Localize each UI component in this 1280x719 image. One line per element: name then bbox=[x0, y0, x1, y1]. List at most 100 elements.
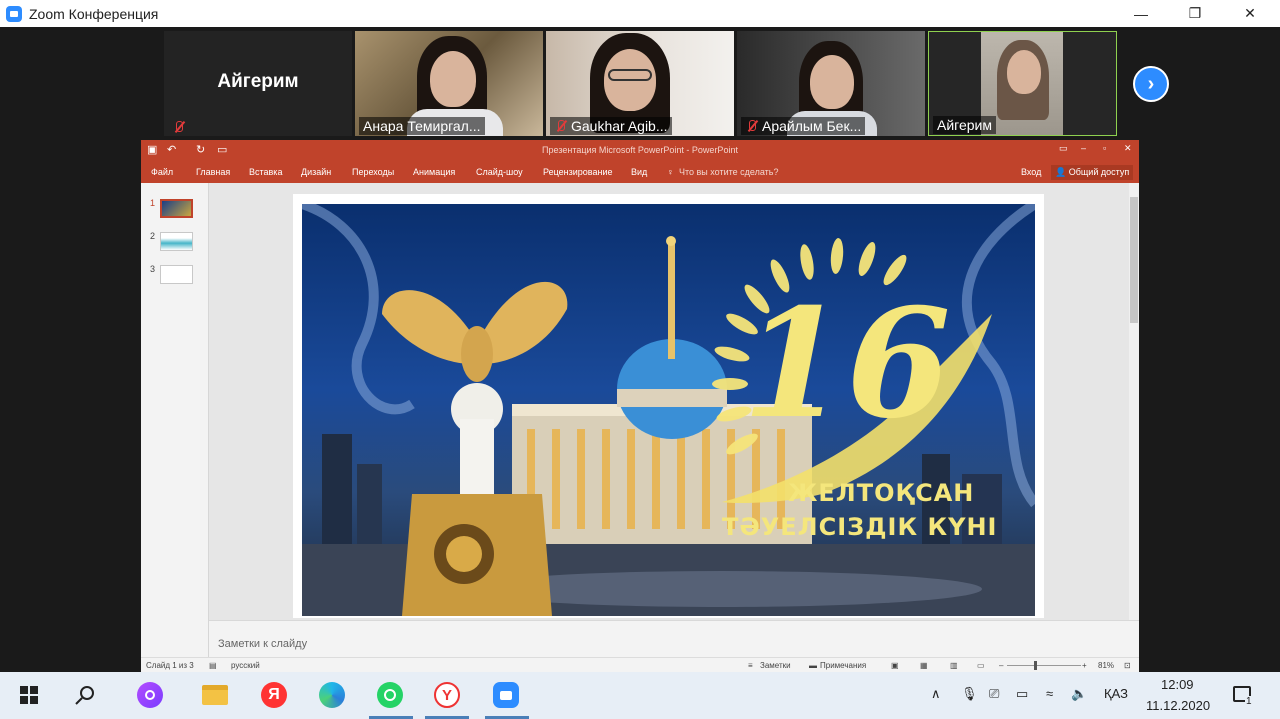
participant-tile-active-speaker[interactable]: Айгерим bbox=[928, 31, 1117, 136]
share-label: Общий доступ bbox=[1068, 167, 1130, 177]
scrollbar-thumb[interactable] bbox=[1130, 197, 1138, 323]
tab-animations[interactable]: Анимация bbox=[413, 167, 455, 177]
sign-in-link[interactable]: Вход bbox=[1021, 167, 1041, 177]
battery-icon[interactable]: ▭ bbox=[1016, 686, 1028, 702]
next-page-button[interactable]: › bbox=[1133, 66, 1169, 102]
close-button[interactable]: ✕ bbox=[1227, 0, 1273, 27]
participant-label: Арайлым Бек... bbox=[741, 117, 866, 135]
slide-counter: Слайд 1 из 3 bbox=[146, 661, 194, 670]
search-icon[interactable] bbox=[70, 680, 100, 710]
yandex-browser-icon[interactable]: Я bbox=[259, 680, 289, 710]
slide-thumbnail-3[interactable] bbox=[160, 265, 193, 284]
ppt-minimize-icon[interactable]: – bbox=[1081, 143, 1086, 153]
slideshow-view-icon[interactable]: ▭ bbox=[977, 661, 985, 670]
zoom-level[interactable]: 81% bbox=[1098, 661, 1114, 670]
tab-insert[interactable]: Вставка bbox=[249, 167, 282, 177]
zoom-slider[interactable] bbox=[1007, 665, 1081, 666]
tab-review[interactable]: Рецензирование bbox=[543, 167, 613, 177]
ppt-restore-icon[interactable]: ▫ bbox=[1103, 143, 1106, 153]
spellcheck-icon[interactable]: ▤ bbox=[209, 661, 217, 670]
thumbnail-number: 3 bbox=[150, 264, 156, 274]
tab-slideshow[interactable]: Слайд-шоу bbox=[476, 167, 523, 177]
participant-label bbox=[168, 119, 189, 135]
volume-icon[interactable]: 🔈 bbox=[1071, 686, 1087, 702]
fit-slide-icon[interactable]: ⊡ bbox=[1124, 661, 1131, 670]
mic-muted-icon bbox=[745, 119, 758, 133]
notification-count: 1 bbox=[1245, 696, 1253, 707]
normal-view-icon[interactable]: ▣ bbox=[891, 661, 899, 670]
ppt-close-icon[interactable]: ✕ bbox=[1124, 143, 1132, 154]
clock-time[interactable]: 12:09 bbox=[1161, 677, 1194, 692]
whatsapp-icon[interactable] bbox=[375, 680, 405, 710]
slide-thumbnails-pane: 1 2 3 bbox=[141, 183, 209, 657]
slide-canvas-area: 16 ЖЕЛТОҚСАН ТӘУЕЛСІЗДІК КҮНІ bbox=[209, 183, 1129, 620]
camera-icon[interactable]: ⎚ bbox=[989, 686, 999, 702]
notes-toggle[interactable]: Заметки bbox=[760, 661, 791, 670]
zoom-in-icon[interactable]: + bbox=[1082, 661, 1087, 670]
participant-name-large: Айгерим bbox=[217, 71, 299, 92]
zoom-logo-icon bbox=[6, 5, 22, 22]
tab-home[interactable]: Главная bbox=[196, 167, 230, 177]
thumbnail-number: 1 bbox=[150, 198, 156, 208]
participant-name: Айгерим bbox=[937, 117, 992, 133]
thumbnail-number: 2 bbox=[150, 231, 156, 241]
slide-frame: 16 ЖЕЛТОҚСАН ТӘУЕЛСІЗДІК КҮНІ bbox=[293, 194, 1044, 618]
edge-browser-icon[interactable] bbox=[317, 680, 347, 710]
yandex-icon[interactable]: Y bbox=[432, 680, 462, 710]
zoom-out-icon[interactable]: – bbox=[999, 661, 1003, 670]
tab-view[interactable]: Вид bbox=[631, 167, 647, 177]
participant-label: Айгерим bbox=[933, 116, 996, 134]
participant-label: Анара Темиргал... bbox=[359, 117, 485, 135]
zoom-title-bar: Zoom Конференция — ❐ ✕ bbox=[0, 0, 1280, 27]
participant-name: Арайлым Бек... bbox=[762, 118, 862, 134]
comments-toggle-icon[interactable]: ▬ bbox=[809, 661, 817, 670]
participant-tile[interactable]: Анара Темиргал... bbox=[355, 31, 543, 136]
input-language[interactable]: ҚАЗ bbox=[1104, 686, 1128, 701]
zoom-slider-handle[interactable] bbox=[1034, 661, 1037, 670]
tell-me-search[interactable]: Что вы хотите сделать? bbox=[679, 167, 779, 177]
ppt-window-title: Презентация Microsoft PowerPoint - Power… bbox=[542, 145, 738, 155]
ribbon-options-icon[interactable]: ▭ bbox=[1059, 143, 1068, 154]
notes-toggle-icon[interactable]: ≡ bbox=[748, 661, 753, 670]
tab-file[interactable]: Файл bbox=[151, 167, 173, 177]
show-hidden-icons-icon[interactable]: ∧ bbox=[931, 686, 941, 702]
ppt-title-bar: ▣ ↶ ↻ ▭ Презентация Microsoft PowerPoint… bbox=[141, 140, 1139, 161]
comments-toggle[interactable]: Примечания bbox=[820, 661, 866, 670]
notes-pane[interactable]: Заметки к слайду bbox=[209, 620, 1139, 657]
lightbulb-icon: ♀ bbox=[667, 167, 674, 177]
slide-image[interactable]: 16 ЖЕЛТОҚСАН ТӘУЕЛСІЗДІК КҮНІ bbox=[302, 204, 1035, 616]
clock-date[interactable]: 11.12.2020 bbox=[1146, 698, 1210, 713]
zoom-app-icon[interactable] bbox=[491, 680, 521, 710]
slide-thumbnail-1[interactable] bbox=[160, 199, 193, 218]
mic-muted-icon bbox=[554, 119, 567, 133]
alice-assistant-icon[interactable] bbox=[135, 680, 165, 710]
shared-screen-powerpoint: ▣ ↶ ↻ ▭ Презентация Microsoft PowerPoint… bbox=[141, 140, 1139, 672]
share-button[interactable]: 👤 Общий доступ bbox=[1051, 165, 1134, 180]
microphone-icon[interactable]: 🎙 bbox=[961, 686, 978, 702]
mic-muted-icon bbox=[172, 120, 185, 134]
ppt-status-bar: Слайд 1 из 3 ▤ русский ≡ Заметки ▬ Приме… bbox=[141, 657, 1139, 672]
participant-video bbox=[810, 55, 854, 109]
restore-button[interactable]: ❐ bbox=[1172, 0, 1218, 27]
participant-tile[interactable]: Айгерим bbox=[164, 31, 352, 136]
slide-title-line1: ЖЕЛТОҚСАН bbox=[788, 479, 975, 507]
notes-placeholder: Заметки к слайду bbox=[218, 638, 308, 650]
wifi-icon[interactable]: ≈ bbox=[1046, 686, 1053, 701]
participant-tile[interactable]: Gaukhar Agib... bbox=[546, 31, 734, 136]
slide-title-line2: ТӘУЕЛСІЗДІК КҮНІ bbox=[722, 513, 998, 541]
participant-video bbox=[1007, 50, 1041, 94]
minimize-button[interactable]: — bbox=[1118, 0, 1164, 27]
file-explorer-icon[interactable] bbox=[200, 680, 230, 710]
slide-number-16: 16 bbox=[742, 276, 951, 452]
slide-sorter-icon[interactable]: ▦ bbox=[920, 661, 928, 670]
reading-view-icon[interactable]: ▥ bbox=[950, 661, 958, 670]
participant-tile[interactable]: Арайлым Бек... bbox=[737, 31, 925, 136]
participant-gallery: Айгерим Анара Темиргал... Gaukhar Agib..… bbox=[0, 27, 1280, 140]
windows-taskbar: Я Y ∧ 🎙 ⎚ ▭ ≈ 🔈 ҚАЗ 12:09 11.12.2020 1 bbox=[0, 672, 1280, 719]
tab-design[interactable]: Дизайн bbox=[301, 167, 331, 177]
language-indicator[interactable]: русский bbox=[231, 661, 260, 670]
tab-transitions[interactable]: Переходы bbox=[352, 167, 394, 177]
vertical-scrollbar[interactable] bbox=[1129, 183, 1139, 620]
slide-thumbnail-2[interactable] bbox=[160, 232, 193, 251]
windows-start-icon[interactable] bbox=[14, 680, 44, 710]
